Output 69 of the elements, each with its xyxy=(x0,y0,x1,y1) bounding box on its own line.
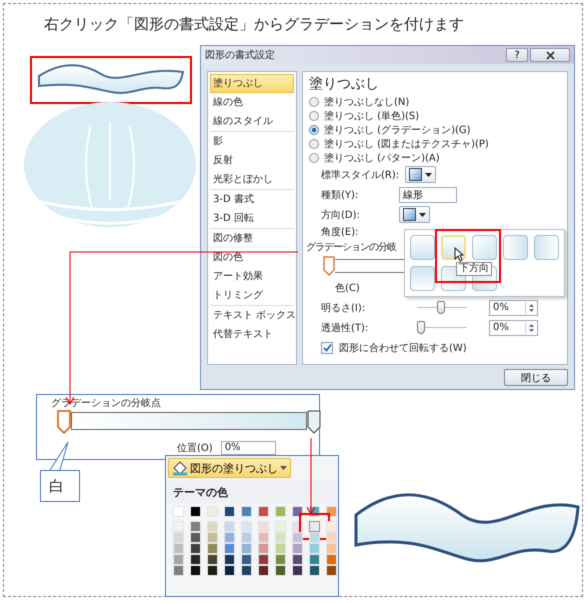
slider-thumb[interactable] xyxy=(437,300,445,314)
slider-thumb[interactable] xyxy=(417,320,425,334)
category-item[interactable]: トリミング xyxy=(210,286,294,305)
position-field[interactable]: 0% xyxy=(220,441,276,455)
field-label: 透過性(T): xyxy=(321,322,370,334)
category-item[interactable]: 反射 xyxy=(210,151,294,170)
spinner-icon xyxy=(528,302,535,314)
radio-button[interactable] xyxy=(309,138,319,148)
category-item[interactable]: 3-D 書式 xyxy=(210,190,294,209)
help-button[interactable]: ? xyxy=(506,48,528,62)
close-dialog-button[interactable]: 閉じる xyxy=(504,369,568,386)
field-label: 色(C) xyxy=(334,282,361,294)
field-label: 方向(D): xyxy=(321,208,361,222)
radio-button[interactable] xyxy=(309,96,319,106)
palette-heading: テーマの色 xyxy=(168,480,336,503)
checkbox-label: 図形に合わせて回転する(W) xyxy=(339,342,467,354)
field-label: 角度(E): xyxy=(321,226,360,239)
color-swatch[interactable] xyxy=(309,521,320,532)
radio-label: 塗りつぶしなし(N) xyxy=(324,96,410,108)
caret-icon xyxy=(425,172,432,176)
field-label: 種類(Y): xyxy=(321,188,360,202)
field-label: グラデーションの分岐 xyxy=(306,240,396,254)
type-dropdown[interactable]: 線形 xyxy=(399,186,457,202)
category-item[interactable]: 図の修整 xyxy=(210,229,294,248)
radio-label: 塗りつぶし (パターン)(A) xyxy=(324,152,440,164)
tooltip: 下方向 xyxy=(456,262,492,276)
spinner-icon xyxy=(528,322,535,334)
mouse-pointer-icon xyxy=(454,247,464,262)
radio-button[interactable] xyxy=(309,124,319,134)
close-button[interactable] xyxy=(530,48,570,62)
close-icon xyxy=(546,50,554,60)
category-item[interactable]: 3-D 回転 xyxy=(210,209,294,228)
category-item[interactable]: 図の色 xyxy=(210,248,294,267)
category-item[interactable]: 影 xyxy=(210,132,294,151)
category-item[interactable]: 光彩とぼかし xyxy=(210,170,294,189)
field-label: 明るさ(I): xyxy=(321,302,366,314)
paint-bucket-icon xyxy=(172,460,188,476)
category-item[interactable]: 線のスタイル xyxy=(210,112,294,131)
preset-dropdown[interactable] xyxy=(405,166,436,183)
field-label: 位置(O) xyxy=(177,442,213,455)
instruction-text: 右クリック「図形の書式設定」からグラデーションを付けます xyxy=(44,15,464,34)
direction-dropdown[interactable] xyxy=(399,206,430,223)
shape-fill-button[interactable]: 図形の塗りつぶし xyxy=(168,458,291,478)
checkbox[interactable] xyxy=(321,342,333,354)
category-item[interactable]: アート効果 xyxy=(210,267,294,286)
percent-field[interactable]: 0% xyxy=(489,300,538,316)
gradient-stop-icon[interactable] xyxy=(307,410,321,434)
category-item[interactable]: 線の色 xyxy=(210,93,294,112)
category-item[interactable]: 塗りつぶし xyxy=(210,74,294,93)
gradient-direction-tile[interactable] xyxy=(441,235,466,260)
window-title: 図形の書式設定 xyxy=(205,48,276,62)
gradient-direction-tile[interactable] xyxy=(503,235,528,260)
radio-label: 塗りつぶし (図またはテクスチャ)(P) xyxy=(324,138,489,150)
field-label: 標準スタイル(R): xyxy=(321,168,400,182)
gradient-direction-tile[interactable] xyxy=(534,235,559,260)
caret-icon xyxy=(419,212,426,216)
panel-heading: 塗りつぶし xyxy=(309,75,380,93)
radio-button[interactable] xyxy=(309,152,319,162)
percent-field[interactable]: 0% xyxy=(489,320,538,336)
category-item[interactable]: 代替テキスト xyxy=(210,325,294,344)
caret-icon xyxy=(280,466,287,470)
radio-label: 塗りつぶし (単色)(S) xyxy=(324,110,420,122)
radio-label: 塗りつぶし (グラデーション)(G) xyxy=(324,124,471,136)
radio-button[interactable] xyxy=(309,110,319,120)
gradient-direction-tile[interactable] xyxy=(472,235,497,260)
gradient-direction-tile[interactable] xyxy=(410,266,435,291)
gradient-direction-tile[interactable] xyxy=(410,235,435,260)
category-item[interactable]: テキスト ボックス xyxy=(210,306,294,325)
highlight-frame xyxy=(435,229,501,283)
